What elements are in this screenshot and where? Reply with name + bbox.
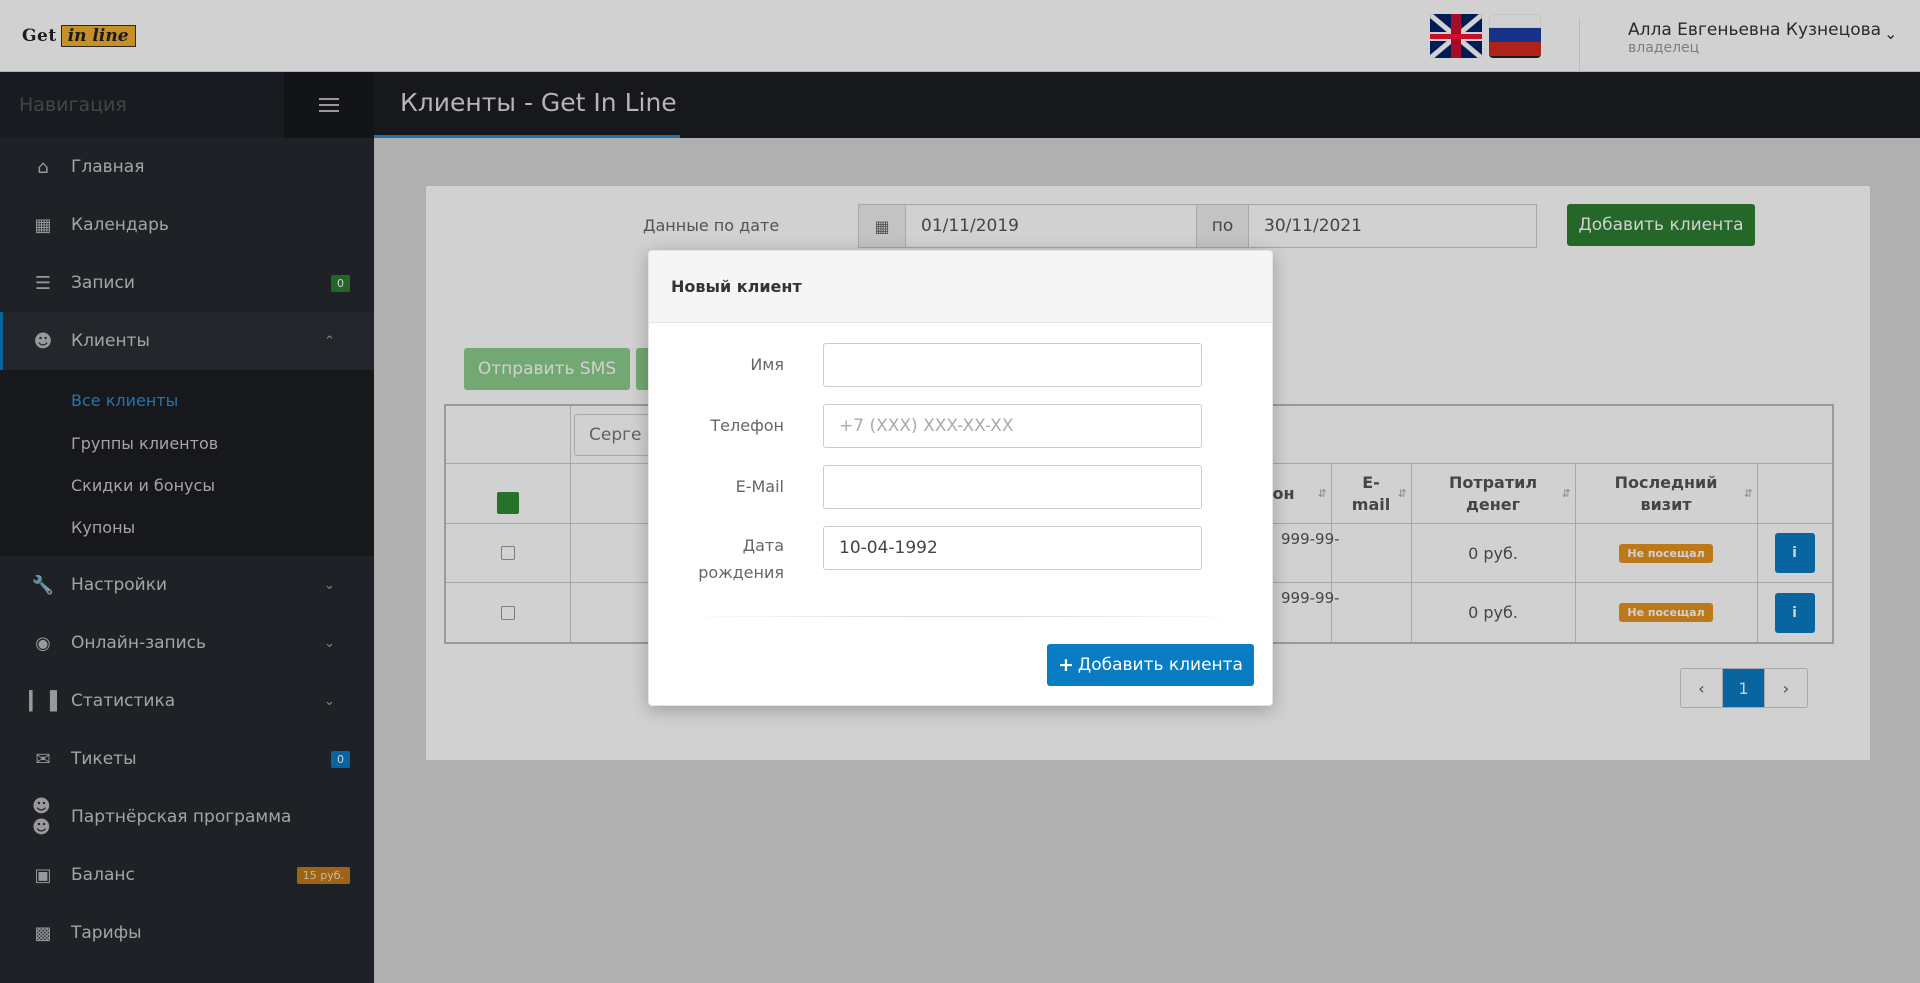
new-client-modal: Новый клиент Имя Телефон +7 (XXX) XXX-XX…	[648, 250, 1273, 706]
email-label: E-Mail	[735, 477, 784, 496]
submit-add-client-button[interactable]: + Добавить клиента	[1047, 644, 1254, 686]
birthdate-label-line2: рождения	[698, 563, 784, 582]
name-label: Имя	[750, 355, 784, 374]
plus-icon: +	[1058, 654, 1074, 676]
form-row-birthdate: Дата рождения 10-04-1992	[649, 526, 1274, 582]
modal-title: Новый клиент	[649, 251, 1272, 323]
form-row-phone: Телефон +7 (XXX) XXX-XX-XX	[649, 404, 1274, 448]
modal-divider	[679, 616, 1244, 617]
phone-input[interactable]: +7 (XXX) XXX-XX-XX	[823, 404, 1202, 448]
birthdate-input[interactable]: 10-04-1992	[823, 526, 1202, 570]
birthdate-label: Дата рождения	[698, 532, 784, 586]
submit-label: Добавить клиента	[1077, 655, 1243, 675]
birthdate-label-line1: Дата	[742, 536, 784, 555]
form-row-name: Имя	[649, 343, 1274, 387]
form-row-email: E-Mail	[649, 465, 1274, 509]
name-input[interactable]	[823, 343, 1202, 387]
phone-label: Телефон	[710, 416, 784, 435]
email-input[interactable]	[823, 465, 1202, 509]
